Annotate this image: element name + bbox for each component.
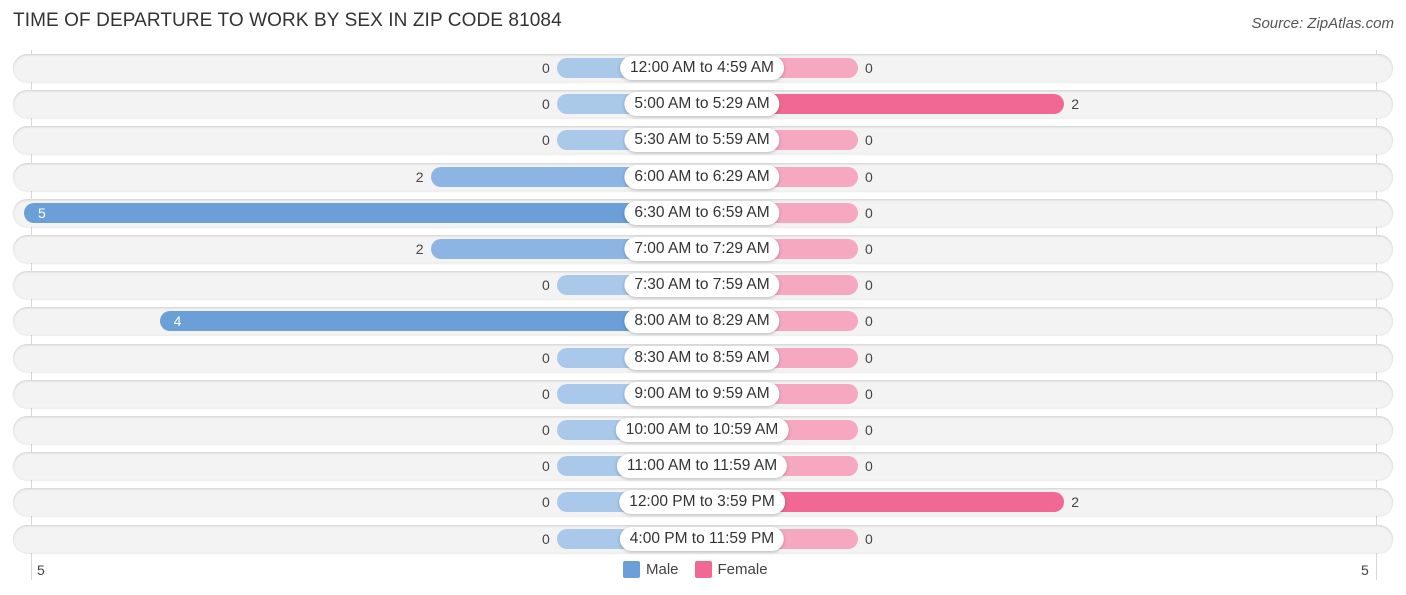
male-value-label: 5 xyxy=(38,204,46,221)
female-value-label: 2 xyxy=(1071,96,1079,113)
male-value-label: 0 xyxy=(542,385,550,402)
male-bar[interactable] xyxy=(24,202,702,223)
category-label: 9:00 AM to 9:59 AM xyxy=(624,381,780,406)
axis-label-left: 5 xyxy=(37,562,45,578)
male-value-label: 2 xyxy=(415,168,424,185)
category-label: 7:00 AM to 7:29 AM xyxy=(624,237,780,261)
male-swatch xyxy=(623,561,640,578)
male-value-label: 0 xyxy=(542,60,550,76)
chart-title: TIME OF DEPARTURE TO WORK BY SEX IN ZIP … xyxy=(13,10,562,31)
category-label: 4:00 PM to 11:59 PM xyxy=(619,526,785,551)
female-value-label: 0 xyxy=(865,60,873,76)
male-value-label: 0 xyxy=(542,530,550,547)
female-value-label: 0 xyxy=(865,168,873,185)
category-label: 6:30 AM to 6:59 AM xyxy=(624,200,780,225)
male-bar[interactable] xyxy=(159,311,702,332)
legend-label-male: Male xyxy=(646,561,679,578)
category-label: 8:00 AM to 8:29 AM xyxy=(624,309,780,334)
category-label: 6:00 AM to 6:29 AM xyxy=(624,164,780,189)
female-value-label: 0 xyxy=(865,422,873,438)
male-value-label: 0 xyxy=(542,458,550,475)
male-value-label: 0 xyxy=(542,422,550,438)
female-value-label: 0 xyxy=(865,132,873,149)
female-value-label: 0 xyxy=(865,277,873,294)
category-label: 7:30 AM to 7:59 AM xyxy=(624,273,780,298)
male-value-label: 4 xyxy=(173,313,182,330)
male-value-label: 0 xyxy=(542,349,550,366)
male-value-label: 0 xyxy=(542,277,550,294)
axis-label-right: 5 xyxy=(1361,562,1369,578)
category-label: 8:30 AM to 8:59 AM xyxy=(624,345,780,370)
legend: Male Female xyxy=(623,561,776,578)
female-value-label: 2 xyxy=(1071,494,1079,511)
legend-item-male[interactable]: Male xyxy=(623,561,679,578)
female-value-label: 0 xyxy=(865,204,873,221)
legend-item-female[interactable]: Female xyxy=(694,561,768,578)
category-label: 5:00 AM to 5:29 AM xyxy=(624,92,780,117)
category-label: 12:00 PM to 3:59 PM xyxy=(619,490,785,515)
category-label: 10:00 AM to 10:59 AM xyxy=(615,418,789,442)
male-value-label: 2 xyxy=(415,241,424,257)
source-label: Source: ZipAtlas.com xyxy=(1251,15,1394,32)
female-value-label: 0 xyxy=(865,241,873,257)
male-value-label: 0 xyxy=(542,494,550,511)
female-value-label: 0 xyxy=(865,385,873,402)
female-swatch xyxy=(694,561,712,578)
female-value-label: 0 xyxy=(865,458,873,475)
legend-label-female: Female xyxy=(717,561,768,578)
female-value-label: 0 xyxy=(865,313,873,330)
male-value-label: 0 xyxy=(542,96,550,113)
male-value-label: 0 xyxy=(542,132,550,149)
category-label: 5:30 AM to 5:59 AM xyxy=(624,128,780,153)
female-value-label: 0 xyxy=(865,349,873,366)
category-label: 11:00 AM to 11:59 AM xyxy=(616,454,788,479)
category-label: 12:00 AM to 4:59 AM xyxy=(620,56,784,80)
female-value-label: 0 xyxy=(865,530,873,547)
